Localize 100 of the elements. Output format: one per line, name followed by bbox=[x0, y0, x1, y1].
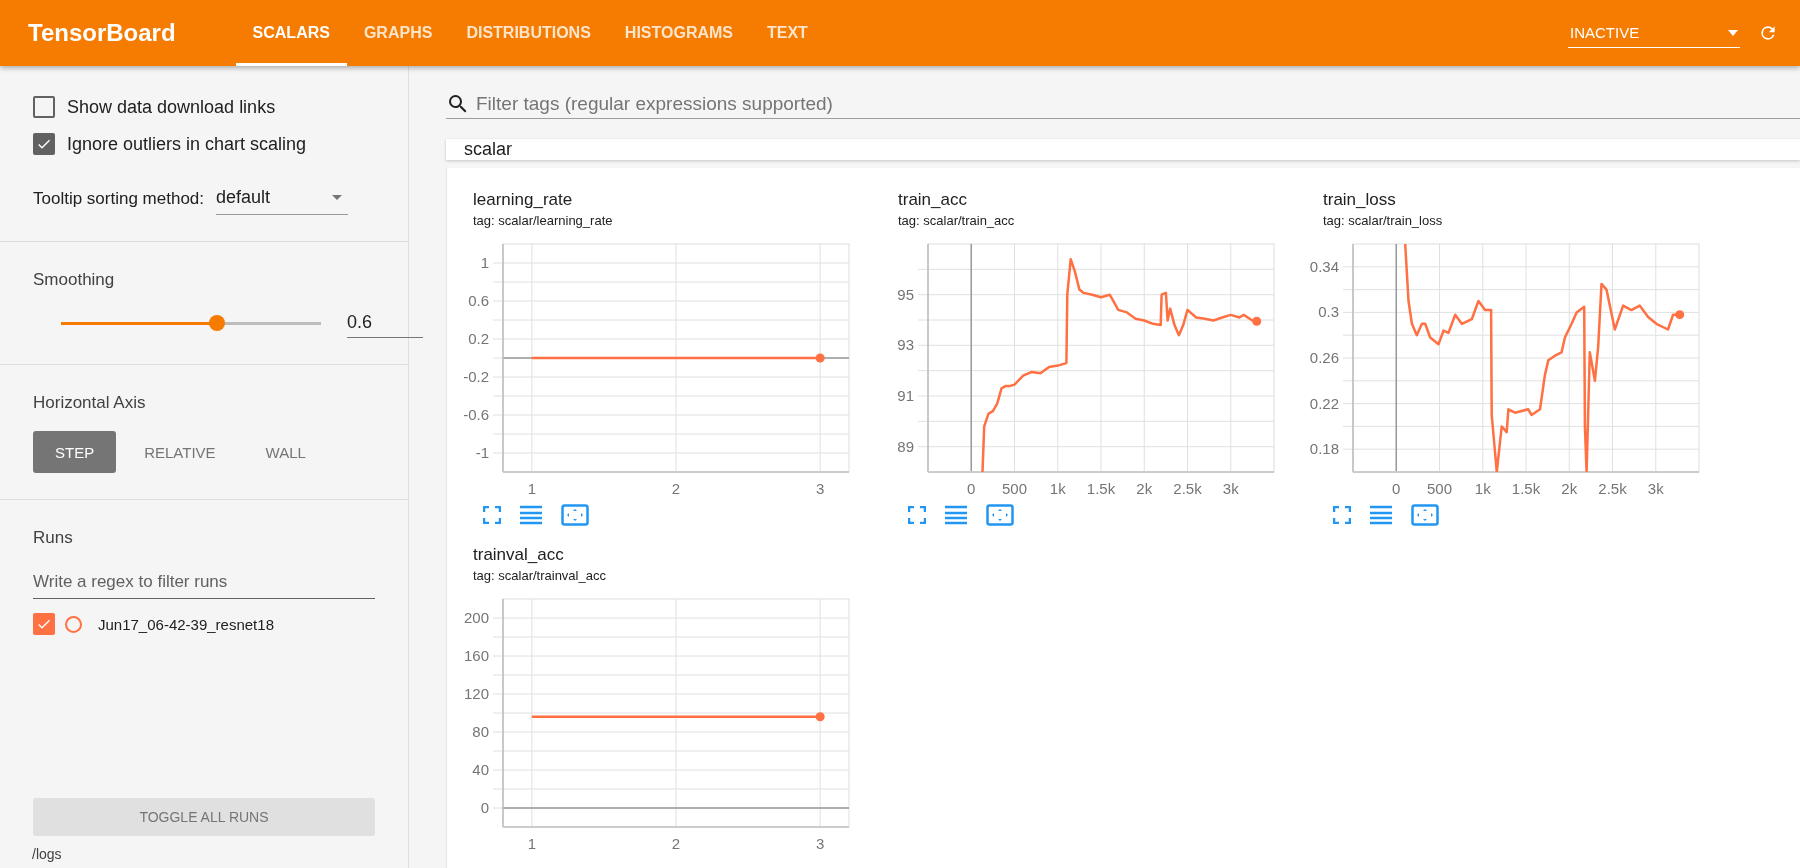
run-color-circle[interactable] bbox=[65, 615, 82, 633]
nav-tab[interactable]: SCALARS bbox=[235, 0, 347, 66]
last-point-marker bbox=[815, 712, 825, 722]
y-tick-label: 1 bbox=[480, 254, 489, 271]
y-axis: 0 40 80 120 160 200 bbox=[463, 598, 504, 828]
y-tick-label: 0.3 bbox=[1318, 303, 1339, 321]
list-icon[interactable] bbox=[519, 505, 543, 525]
checkbox[interactable] bbox=[33, 133, 55, 155]
y-tick-label: -0.2 bbox=[463, 368, 489, 385]
y-tick-label: 200 bbox=[463, 609, 489, 626]
runs-label: Runs bbox=[33, 528, 74, 548]
y-axis: -1 -0.6 -0.2 0.2 0.6 1 bbox=[463, 243, 504, 473]
checkbox-label: Ignore outliers in chart scaling bbox=[67, 133, 307, 155]
x-tick-label: 2k bbox=[1136, 480, 1153, 497]
y-tick-label: 0.26 bbox=[1309, 349, 1339, 366]
chart-title: trainval_acc bbox=[473, 545, 565, 565]
y-axis: 0.18 0.22 0.26 0.3 0.34 bbox=[1309, 243, 1354, 473]
x-axis: 0 500 1k 1.5k 2k 2.5k 3k bbox=[927, 471, 1275, 497]
y-tick-label: 0.22 bbox=[1309, 394, 1339, 412]
run-filter-field[interactable]: Write a regex to filter runs bbox=[33, 566, 375, 599]
x-tick-label: 0 bbox=[967, 480, 976, 497]
category-title: scalar bbox=[464, 139, 512, 160]
x-tick-label: 3 bbox=[815, 835, 825, 852]
fit-domain-icon[interactable] bbox=[561, 504, 589, 526]
y-tick-label: 160 bbox=[463, 647, 489, 664]
x-tick-label: 1k bbox=[1049, 480, 1067, 497]
nav-tab[interactable]: DISTRIBUTIONS bbox=[449, 0, 608, 66]
log-directory: /logs bbox=[32, 846, 63, 862]
chart-tag: tag: scalar/train_loss bbox=[1323, 213, 1748, 228]
tooltip-sorting-label: Tooltip sorting method: bbox=[33, 189, 205, 209]
x-tick-label: 1 bbox=[527, 835, 537, 852]
x-tick-label: 3 bbox=[815, 480, 825, 497]
chart-tag: tag: scalar/train_acc bbox=[898, 213, 1323, 228]
fullscreen-icon[interactable] bbox=[1333, 506, 1351, 524]
x-tick-label: 0 bbox=[1392, 480, 1401, 497]
x-tick-label: 2.5k bbox=[1598, 480, 1628, 497]
last-point-marker bbox=[815, 353, 825, 363]
fullscreen-icon[interactable] bbox=[908, 506, 926, 524]
x-tick-label: 3k bbox=[1647, 480, 1665, 497]
caret-icon bbox=[1728, 29, 1738, 36]
y-tick-label: 0.34 bbox=[1309, 257, 1339, 275]
toggle-all-runs-button[interactable]: TOGGLE ALL RUNS bbox=[33, 798, 375, 836]
y-axis: 89 91 93 95 bbox=[897, 243, 929, 473]
y-tick-label: 120 bbox=[463, 685, 489, 702]
caret-icon bbox=[332, 195, 343, 200]
x-tick-label: 500 bbox=[1426, 480, 1453, 497]
x-axis: 1 2 3 bbox=[502, 826, 850, 852]
checkbox[interactable] bbox=[33, 96, 55, 118]
last-point-marker bbox=[1675, 310, 1685, 320]
y-tick-label: 0.6 bbox=[468, 292, 489, 309]
y-tick-label: -0.6 bbox=[463, 406, 489, 423]
app-title: TensorBoard bbox=[27, 18, 177, 48]
checkbox-label: Show data download links bbox=[67, 96, 276, 118]
x-tick-label: 1.5k bbox=[1511, 480, 1541, 497]
horizontal-axis-label: Horizontal Axis bbox=[33, 393, 147, 413]
x-tick-label: 1k bbox=[1474, 480, 1492, 497]
chart-tag: tag: scalar/learning_rate bbox=[473, 213, 898, 228]
x-tick-label: 1.5k bbox=[1086, 480, 1116, 497]
x-tick-label: 2 bbox=[671, 480, 681, 497]
x-axis: 0 500 1k 1.5k 2k 2.5k 3k bbox=[1352, 471, 1700, 497]
last-point-marker bbox=[1252, 316, 1262, 326]
y-tick-label: 93 bbox=[897, 336, 914, 354]
fit-domain-icon[interactable] bbox=[1411, 504, 1439, 526]
tag-filter-field[interactable]: Filter tags (regular expressions supported) bbox=[474, 92, 1800, 116]
x-tick-label: 2.5k bbox=[1173, 480, 1203, 497]
x-tick-label: 500 bbox=[1001, 480, 1028, 497]
chart-title: train_acc bbox=[898, 190, 968, 210]
fullscreen-icon[interactable] bbox=[483, 506, 501, 524]
run-checkbox[interactable] bbox=[33, 613, 55, 635]
y-tick-label: 80 bbox=[472, 723, 489, 740]
run-name: Jun17_06-42-39_resnet18 bbox=[98, 615, 274, 633]
axis-option-button[interactable]: RELATIVE bbox=[122, 431, 238, 473]
list-icon[interactable] bbox=[944, 505, 968, 525]
category-header[interactable]: scalar bbox=[446, 139, 1800, 160]
x-tick-label: 1 bbox=[527, 480, 537, 497]
chart-title: train_loss bbox=[1323, 190, 1397, 210]
nav-tab[interactable]: TEXT bbox=[750, 0, 825, 66]
chart-title: learning_rate bbox=[473, 190, 574, 210]
y-tick-label: 0.18 bbox=[1309, 440, 1339, 458]
axis-option-button[interactable]: STEP bbox=[33, 431, 117, 473]
y-tick-label: 0.2 bbox=[468, 330, 489, 347]
x-tick-label: 3k bbox=[1222, 480, 1240, 497]
y-tick-label: 91 bbox=[897, 387, 914, 404]
y-tick-label: 89 bbox=[897, 437, 914, 455]
slider-thumb[interactable] bbox=[209, 314, 225, 331]
reload-icon[interactable] bbox=[1758, 23, 1778, 43]
y-tick-label: 95 bbox=[897, 285, 914, 303]
nav-tab[interactable]: GRAPHS bbox=[346, 0, 450, 66]
x-axis: 1 2 3 bbox=[502, 471, 850, 497]
sorting-dropdown[interactable]: default bbox=[216, 183, 349, 215]
list-icon[interactable] bbox=[1369, 505, 1393, 525]
nav-tab[interactable]: HISTOGRAMS bbox=[607, 0, 750, 66]
chart-tag: tag: scalar/trainval_acc bbox=[473, 568, 898, 583]
fit-domain-icon[interactable] bbox=[986, 504, 1014, 526]
y-tick-label: -1 bbox=[475, 444, 489, 461]
axis-option-button[interactable]: WALL bbox=[243, 431, 328, 473]
smoothing-input[interactable]: 0.6 bbox=[347, 308, 423, 338]
x-tick-label: 2k bbox=[1561, 480, 1578, 497]
y-tick-label: 0 bbox=[480, 799, 489, 816]
smoothing-label: Smoothing bbox=[33, 270, 116, 290]
